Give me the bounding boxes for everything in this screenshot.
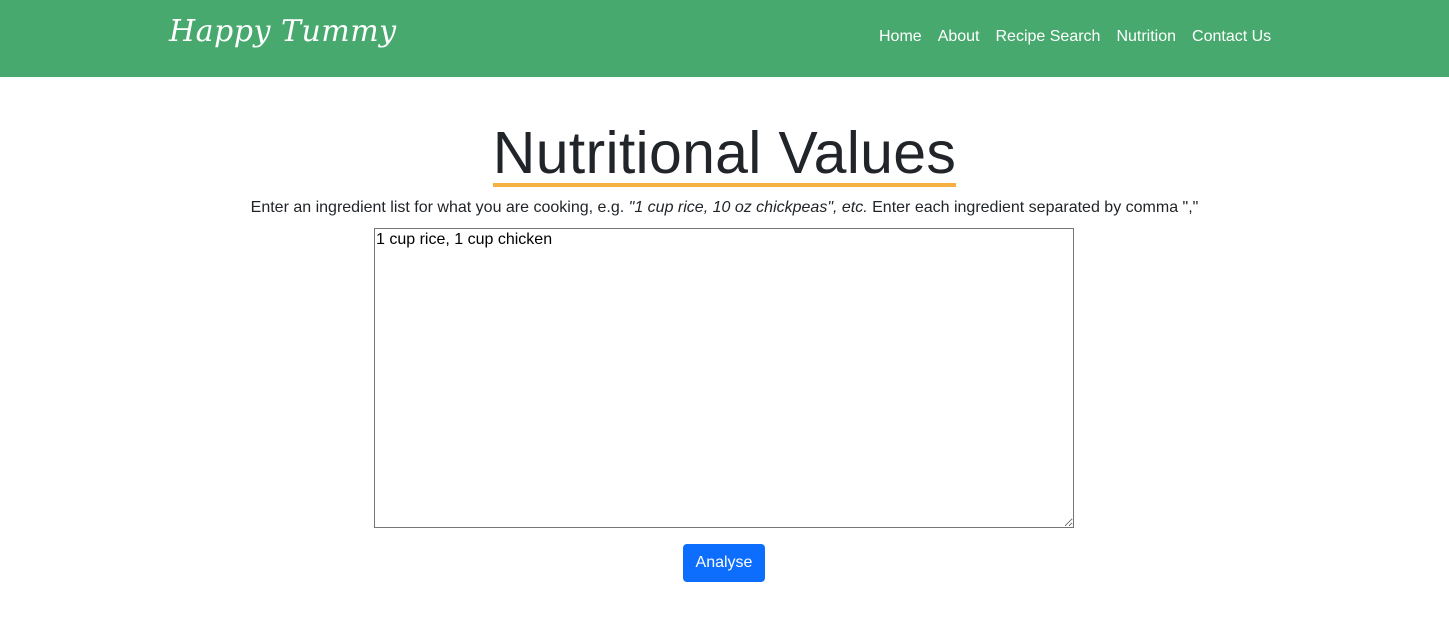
instructions-text: Enter an ingredient list for what you ar… (0, 198, 1449, 218)
page-title: Nutritional Values (0, 118, 1449, 188)
nav-link-home[interactable]: Home (879, 28, 922, 46)
nav-link-recipe-search[interactable]: Recipe Search (996, 28, 1101, 46)
brand-logo[interactable]: Happy Tummy (169, 14, 397, 49)
analyse-button[interactable]: Analyse (683, 544, 765, 582)
nav-link-about[interactable]: About (938, 28, 980, 46)
instructions-example: "1 cup rice, 10 oz chickpeas", etc. (628, 199, 868, 216)
nav-link-nutrition[interactable]: Nutrition (1116, 28, 1176, 46)
nav-links: Home About Recipe Search Nutrition Conta… (879, 26, 1271, 48)
navbar: Happy Tummy Home About Recipe Search Nut… (0, 0, 1449, 77)
page-title-text: Nutritional Values (492, 120, 957, 187)
instructions-suffix: Enter each ingredient separated by comma… (867, 199, 1199, 216)
ingredients-textarea[interactable]: 1 cup rice, 1 cup chicken (374, 228, 1074, 528)
instructions-prefix: Enter an ingredient list for what you ar… (250, 199, 629, 216)
nav-link-contact-us[interactable]: Contact Us (1192, 28, 1271, 46)
